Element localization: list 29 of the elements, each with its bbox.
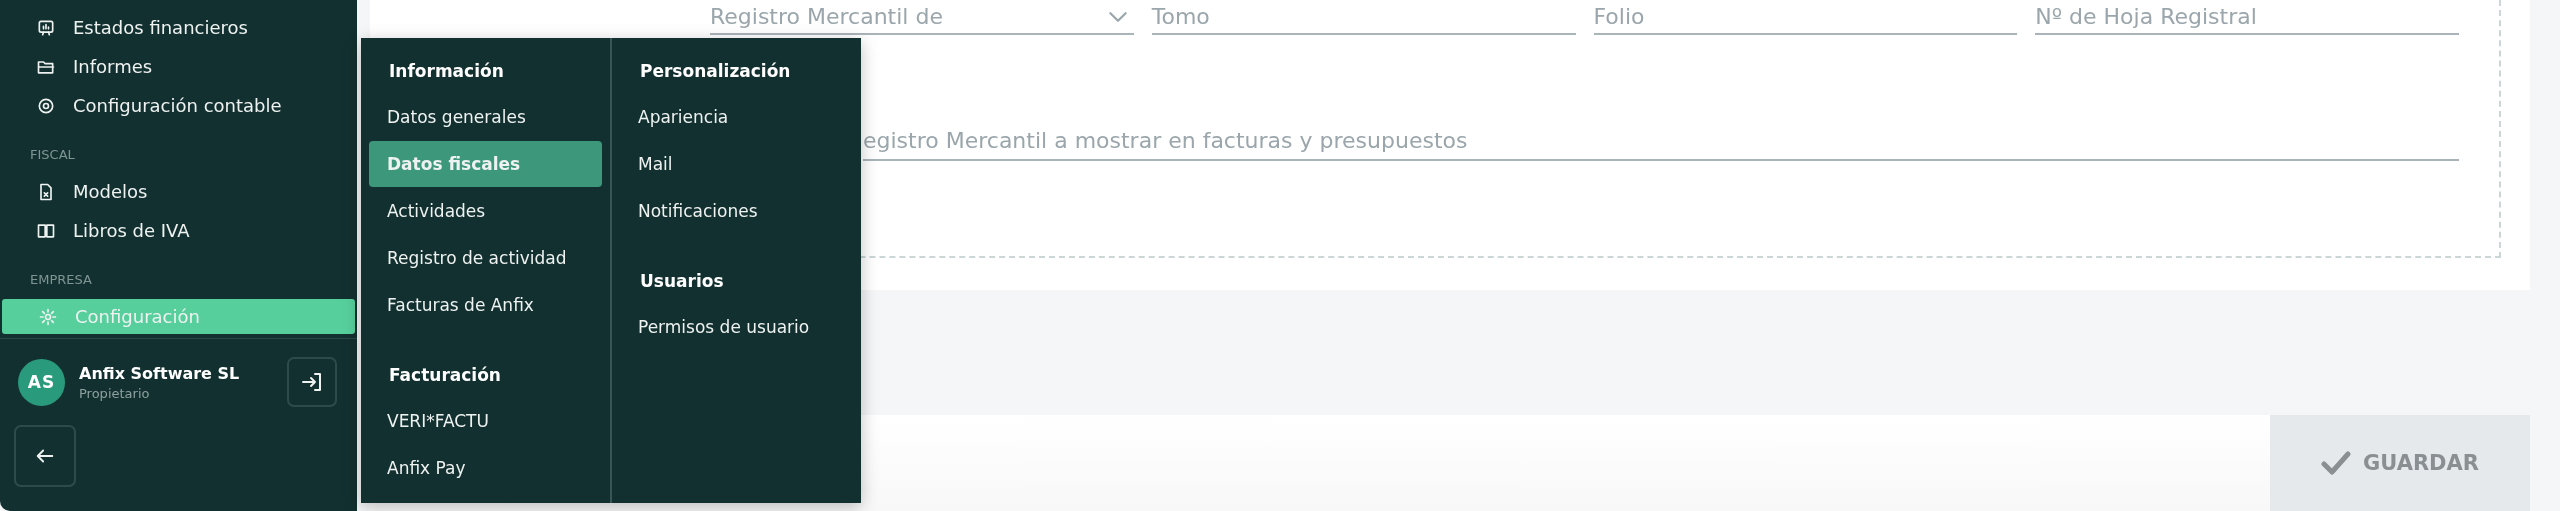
user-name: Anfix Software SL <box>79 363 241 383</box>
menu-item[interactable]: Mail <box>620 141 853 187</box>
menu-item[interactable]: Actividades <box>369 188 602 234</box>
user-role: Propietario <box>79 385 151 401</box>
logout-icon <box>300 370 324 394</box>
section-heading: EMPRESA <box>29 271 92 289</box>
menu-item[interactable]: Apariencia <box>620 94 853 140</box>
menu-heading: Personalización <box>639 60 792 83</box>
menu-item[interactable]: Registro de actividad <box>369 235 602 281</box>
sidebar-item[interactable]: Configuración contable <box>0 86 357 125</box>
avatar: AS <box>18 358 65 406</box>
menu-item[interactable]: Notificaciones <box>620 188 853 234</box>
sidebar-item[interactable]: Estados financieros <box>0 8 357 47</box>
menu-heading: Información <box>388 60 505 83</box>
section-heading: FISCAL <box>29 146 75 164</box>
menu-item[interactable]: Permisos de usuario <box>620 304 853 350</box>
chevron-down-icon <box>1107 10 1128 23</box>
menu-item[interactable]: VERI*FACTU <box>369 398 602 444</box>
menu-item[interactable]: Facturas de Anfix <box>369 282 602 328</box>
sidebar-item[interactable]: Informes <box>0 47 357 86</box>
menu-item[interactable]: Datos generales <box>369 94 602 140</box>
logout-button[interactable] <box>287 357 337 407</box>
sidebar-item[interactable]: Modelos <box>0 172 357 211</box>
menu-heading: Facturación <box>388 364 502 387</box>
menu-item[interactable]: Anfix Pay <box>369 445 602 491</box>
sidebar-item[interactable]: Libros de IVA <box>0 211 357 250</box>
check-icon <box>2321 450 2352 476</box>
gear-icon <box>38 306 58 327</box>
menu-heading: Usuarios <box>639 270 725 293</box>
